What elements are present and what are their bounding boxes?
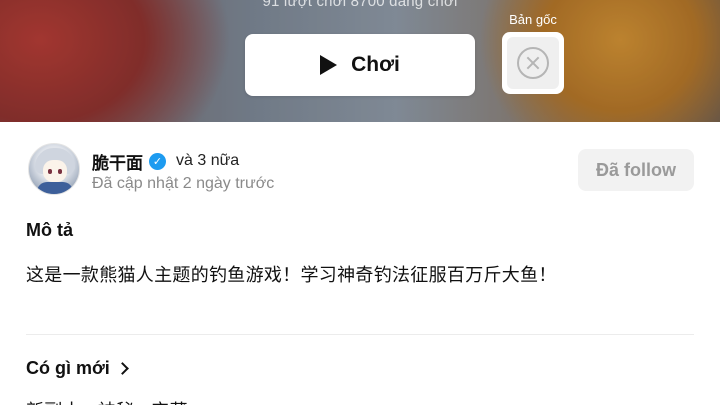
whats-new-header[interactable]: Có gì mới xyxy=(26,358,129,379)
play-button-label: Chơi xyxy=(351,53,400,76)
whats-new-title: Có gì mới xyxy=(26,358,110,378)
chevron-right-icon xyxy=(115,362,129,375)
game-details: 脆干面 ✓ và 3 nữa Đã cập nhật 2 ngày trước … xyxy=(0,122,720,405)
original-thumbnail xyxy=(507,37,559,89)
author-row: 脆干面 ✓ và 3 nữa xyxy=(92,149,239,174)
original-game-button[interactable] xyxy=(502,32,564,94)
verified-check-icon: ✓ xyxy=(149,152,166,170)
more-authors-link[interactable]: và 3 nữa xyxy=(176,152,239,170)
description-heading: Mô tả xyxy=(26,220,73,240)
game-hero-banner: 91 lượt chơi 8700 đang chơi Chơi Bản gốc xyxy=(0,0,720,122)
follow-button[interactable]: Đã follow xyxy=(578,149,694,191)
play-button[interactable]: Chơi xyxy=(245,34,475,96)
whats-new-text: 新副本 · 神秘 · 宝藏 xyxy=(26,397,188,405)
original-label: Bản gốc xyxy=(509,12,557,27)
play-stats: 91 lượt chơi 8700 đang chơi xyxy=(262,0,458,10)
description-text: 这是一款熊猫人主题的钓鱼游戏！学习神奇钓法征服百万斤大鱼！ xyxy=(26,265,557,285)
section-divider xyxy=(26,334,694,335)
last-updated-text: Đã cập nhật 2 ngày trước xyxy=(92,175,275,192)
play-icon xyxy=(320,55,338,75)
circle-x-icon xyxy=(517,47,549,79)
author-name[interactable]: 脆干面 xyxy=(92,149,143,174)
author-avatar[interactable] xyxy=(28,143,80,195)
